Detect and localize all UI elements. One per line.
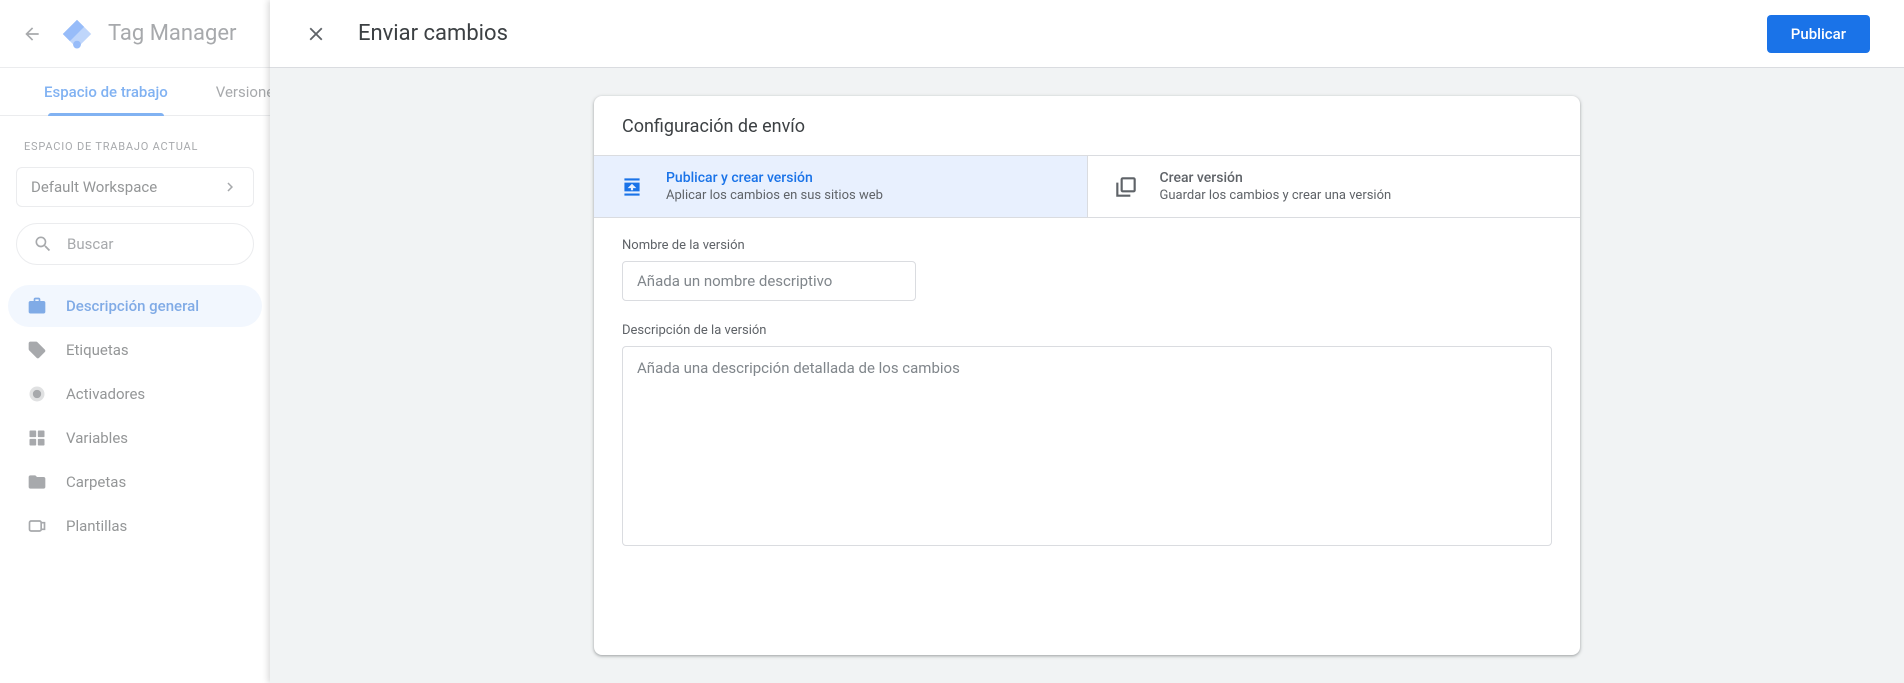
version-description-textarea[interactable] <box>622 346 1552 546</box>
sidebar-item-label: Variables <box>66 429 128 447</box>
sidebar-item-variables[interactable]: Variables <box>8 417 262 459</box>
version-icon <box>1112 173 1140 201</box>
product-name: Tag Manager <box>108 21 236 46</box>
trigger-icon <box>26 383 48 405</box>
sidebar: ESPACIO DE TRABAJO ACTUAL Default Worksp… <box>0 116 270 565</box>
sidebar-item-triggers[interactable]: Activadores <box>8 373 262 415</box>
sidebar-item-label: Etiquetas <box>66 341 129 359</box>
publish-button[interactable]: Publicar <box>1767 15 1870 53</box>
sidebar-item-overview[interactable]: Descripción general <box>8 285 262 327</box>
sidebar-item-label: Descripción general <box>66 297 199 315</box>
briefcase-icon <box>26 295 48 317</box>
sidebar-item-label: Plantillas <box>66 517 127 535</box>
workspace-name: Default Workspace <box>31 178 157 196</box>
modal-header: Enviar cambios Publicar <box>270 0 1904 68</box>
back-button[interactable] <box>12 14 52 54</box>
variables-icon <box>26 427 48 449</box>
option-title: Publicar y crear versión <box>666 170 883 186</box>
version-description-label: Descripción de la versión <box>622 323 1552 338</box>
option-subtitle: Aplicar los cambios en sus sitios web <box>666 188 883 203</box>
option-create-version[interactable]: Crear versión Guardar los cambios y crea… <box>1088 156 1581 217</box>
option-row: Publicar y crear versión Aplicar los cam… <box>594 155 1580 218</box>
sidebar-item-label: Activadores <box>66 385 145 403</box>
version-name-label: Nombre de la versión <box>622 238 1552 253</box>
version-name-input[interactable] <box>622 261 916 301</box>
option-subtitle: Guardar los cambios y crear una versión <box>1160 188 1392 203</box>
sidebar-item-templates[interactable]: Plantillas <box>8 505 262 547</box>
folder-icon <box>26 471 48 493</box>
workspace-selector[interactable]: Default Workspace <box>16 167 254 207</box>
sidebar-item-folders[interactable]: Carpetas <box>8 461 262 503</box>
close-button[interactable] <box>298 16 334 52</box>
template-icon <box>26 515 48 537</box>
sidebar-item-tags[interactable]: Etiquetas <box>8 329 262 371</box>
workspace-label: ESPACIO DE TRABAJO ACTUAL <box>8 132 262 161</box>
close-icon <box>305 23 327 45</box>
logo-wrap: Tag Manager <box>60 17 236 51</box>
modal-body: Configuración de envío Publicar y crear … <box>270 68 1904 683</box>
chevron-right-icon <box>221 178 239 196</box>
option-publish-and-create[interactable]: Publicar y crear versión Aplicar los cam… <box>594 156 1088 217</box>
search-input[interactable]: Buscar <box>16 223 254 265</box>
tag-icon <box>26 339 48 361</box>
arrow-left-icon <box>22 24 42 44</box>
search-placeholder: Buscar <box>67 235 113 253</box>
submit-changes-modal: Enviar cambios Publicar Configuración de… <box>270 0 1904 683</box>
sidebar-item-label: Carpetas <box>66 473 126 491</box>
card-heading: Configuración de envío <box>594 96 1580 155</box>
tag-manager-logo-icon <box>60 17 94 51</box>
tab-workspace[interactable]: Espacio de trabajo <box>20 68 192 115</box>
modal-title: Enviar cambios <box>358 21 1743 46</box>
publish-icon <box>618 173 646 201</box>
option-title: Crear versión <box>1160 170 1392 186</box>
form-area: Nombre de la versión Descripción de la v… <box>594 218 1580 578</box>
submit-config-card: Configuración de envío Publicar y crear … <box>594 96 1580 655</box>
search-icon <box>33 234 53 254</box>
